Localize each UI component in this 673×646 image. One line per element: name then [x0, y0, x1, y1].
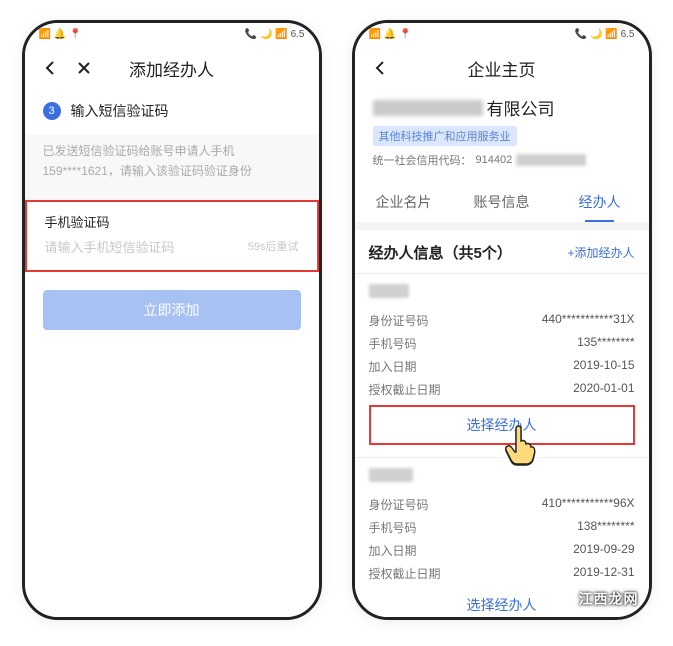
kv-key: 加入日期 [369, 358, 417, 375]
tab-account[interactable]: 账号信息 [453, 180, 551, 222]
hint-text: 已发送短信验证码给账号申请人手机159****1621，请输入该验证码验证身份 [25, 135, 319, 200]
kv-row: 身份证号码 440***********31X [369, 309, 635, 332]
kv-key: 身份证号码 [369, 496, 429, 513]
add-handler-link[interactable]: +添加经办人 [567, 244, 634, 261]
kv-row: 授权截止日期 2020-01-01 [369, 378, 635, 401]
sms-input-block: 手机验证码 请输入手机短信验证码 59s后重试 [25, 200, 319, 272]
company-header: 有限公司 其他科技推广和应用服务业 统一社会信用代码： 914402 [355, 91, 649, 180]
kv-key: 手机号码 [369, 519, 417, 536]
company-name: 有限公司 [373, 95, 631, 120]
submit-button[interactable]: 立即添加 [43, 290, 301, 330]
input-row: 请输入手机短信验证码 59s后重试 [45, 237, 299, 256]
kv-row: 手机号码 138******** [369, 516, 635, 539]
section-title: 经办人信息（共5个） [369, 242, 512, 263]
nav-bar: 企业主页 [355, 45, 649, 91]
kv-val: 440***********31X [542, 312, 635, 329]
status-left: 📶 🔔 📍 [39, 29, 82, 40]
tab-card[interactable]: 企业名片 [355, 180, 453, 222]
kv-row: 加入日期 2019-09-29 [369, 539, 635, 562]
status-right: 📞 🌙 📶 6.5 [575, 29, 635, 40]
phone-left-screen: 📶 🔔 📍 📞 🌙 📶 6.5 添加经办人 3 输入短信验证码 已发送短信验证码… [25, 23, 319, 617]
phone-right-screen: 📶 🔔 📍 📞 🌙 📶 6.5 企业主页 有限公司 其他科技推广和应用服务业 统… [355, 23, 649, 617]
kv-key: 身份证号码 [369, 312, 429, 329]
phone-right: 📶 🔔 📍 📞 🌙 📶 6.5 企业主页 有限公司 其他科技推广和应用服务业 统… [352, 20, 652, 620]
handler-card: 身份证号码 440***********31X 手机号码 135******** 加… [355, 273, 649, 457]
kv-val: 410***********96X [542, 496, 635, 513]
section-header: 经办人信息（共5个） +添加经办人 [355, 230, 649, 273]
kv-key: 加入日期 [369, 542, 417, 559]
handler-list: 经办人信息（共5个） +添加经办人 身份证号码 440***********31X… [355, 230, 649, 617]
page-title: 企业主页 [355, 56, 649, 81]
pointer-hand-icon [502, 425, 536, 473]
kv-val: 2019-09-29 [573, 542, 634, 559]
phone-left: 📶 🔔 📍 📞 🌙 📶 6.5 添加经办人 3 输入短信验证码 已发送短信验证码… [22, 20, 322, 620]
status-bar: 📶 🔔 📍 📞 🌙 📶 6.5 [25, 23, 319, 45]
kv-row: 加入日期 2019-10-15 [369, 355, 635, 378]
back-icon[interactable] [363, 51, 397, 85]
watermark: 江西龙网 [579, 589, 639, 609]
company-name-suffix: 有限公司 [487, 95, 555, 120]
kv-key: 手机号码 [369, 335, 417, 352]
retry-countdown: 59s后重试 [248, 238, 299, 254]
highlight-box: 选择经办人 [369, 405, 635, 445]
input-label: 手机验证码 [45, 212, 299, 231]
status-bar: 📶 🔔 📍 📞 🌙 📶 6.5 [355, 23, 649, 45]
kv-row: 授权截止日期 2019-12-31 [369, 562, 635, 585]
close-icon[interactable] [67, 51, 101, 85]
kv-key: 授权截止日期 [369, 381, 441, 398]
kv-val: 2019-12-31 [573, 565, 634, 582]
kv-row: 手机号码 135******** [369, 332, 635, 355]
back-icon[interactable] [33, 51, 67, 85]
nav-bar: 添加经办人 [25, 45, 319, 91]
tabs: 企业名片 账号信息 经办人 [355, 180, 649, 230]
step-indicator: 3 输入短信验证码 [25, 91, 319, 135]
industry-tag: 其他科技推广和应用服务业 [373, 126, 517, 146]
step-number: 3 [43, 102, 61, 120]
handler-name-redacted [369, 284, 635, 303]
credit-label: 统一社会信用代码： [373, 152, 472, 168]
credit-value-prefix: 914402 [476, 154, 513, 166]
kv-row: 身份证号码 410***********96X [369, 493, 635, 516]
status-left: 📶 🔔 📍 [369, 29, 412, 40]
tab-handler[interactable]: 经办人 [551, 180, 649, 222]
sms-input[interactable]: 请输入手机短信验证码 [45, 237, 175, 256]
kv-key: 授权截止日期 [369, 565, 441, 582]
status-right: 📞 🌙 📶 6.5 [245, 29, 305, 40]
kv-val: 138******** [577, 519, 634, 536]
step-label: 输入短信验证码 [71, 101, 169, 121]
redacted-credit-suffix [516, 154, 586, 166]
kv-val: 2019-10-15 [573, 358, 634, 375]
redacted-company-prefix [373, 100, 483, 116]
credit-code-row: 统一社会信用代码： 914402 [373, 152, 631, 168]
kv-val: 135******** [577, 335, 634, 352]
kv-val: 2020-01-01 [573, 381, 634, 398]
